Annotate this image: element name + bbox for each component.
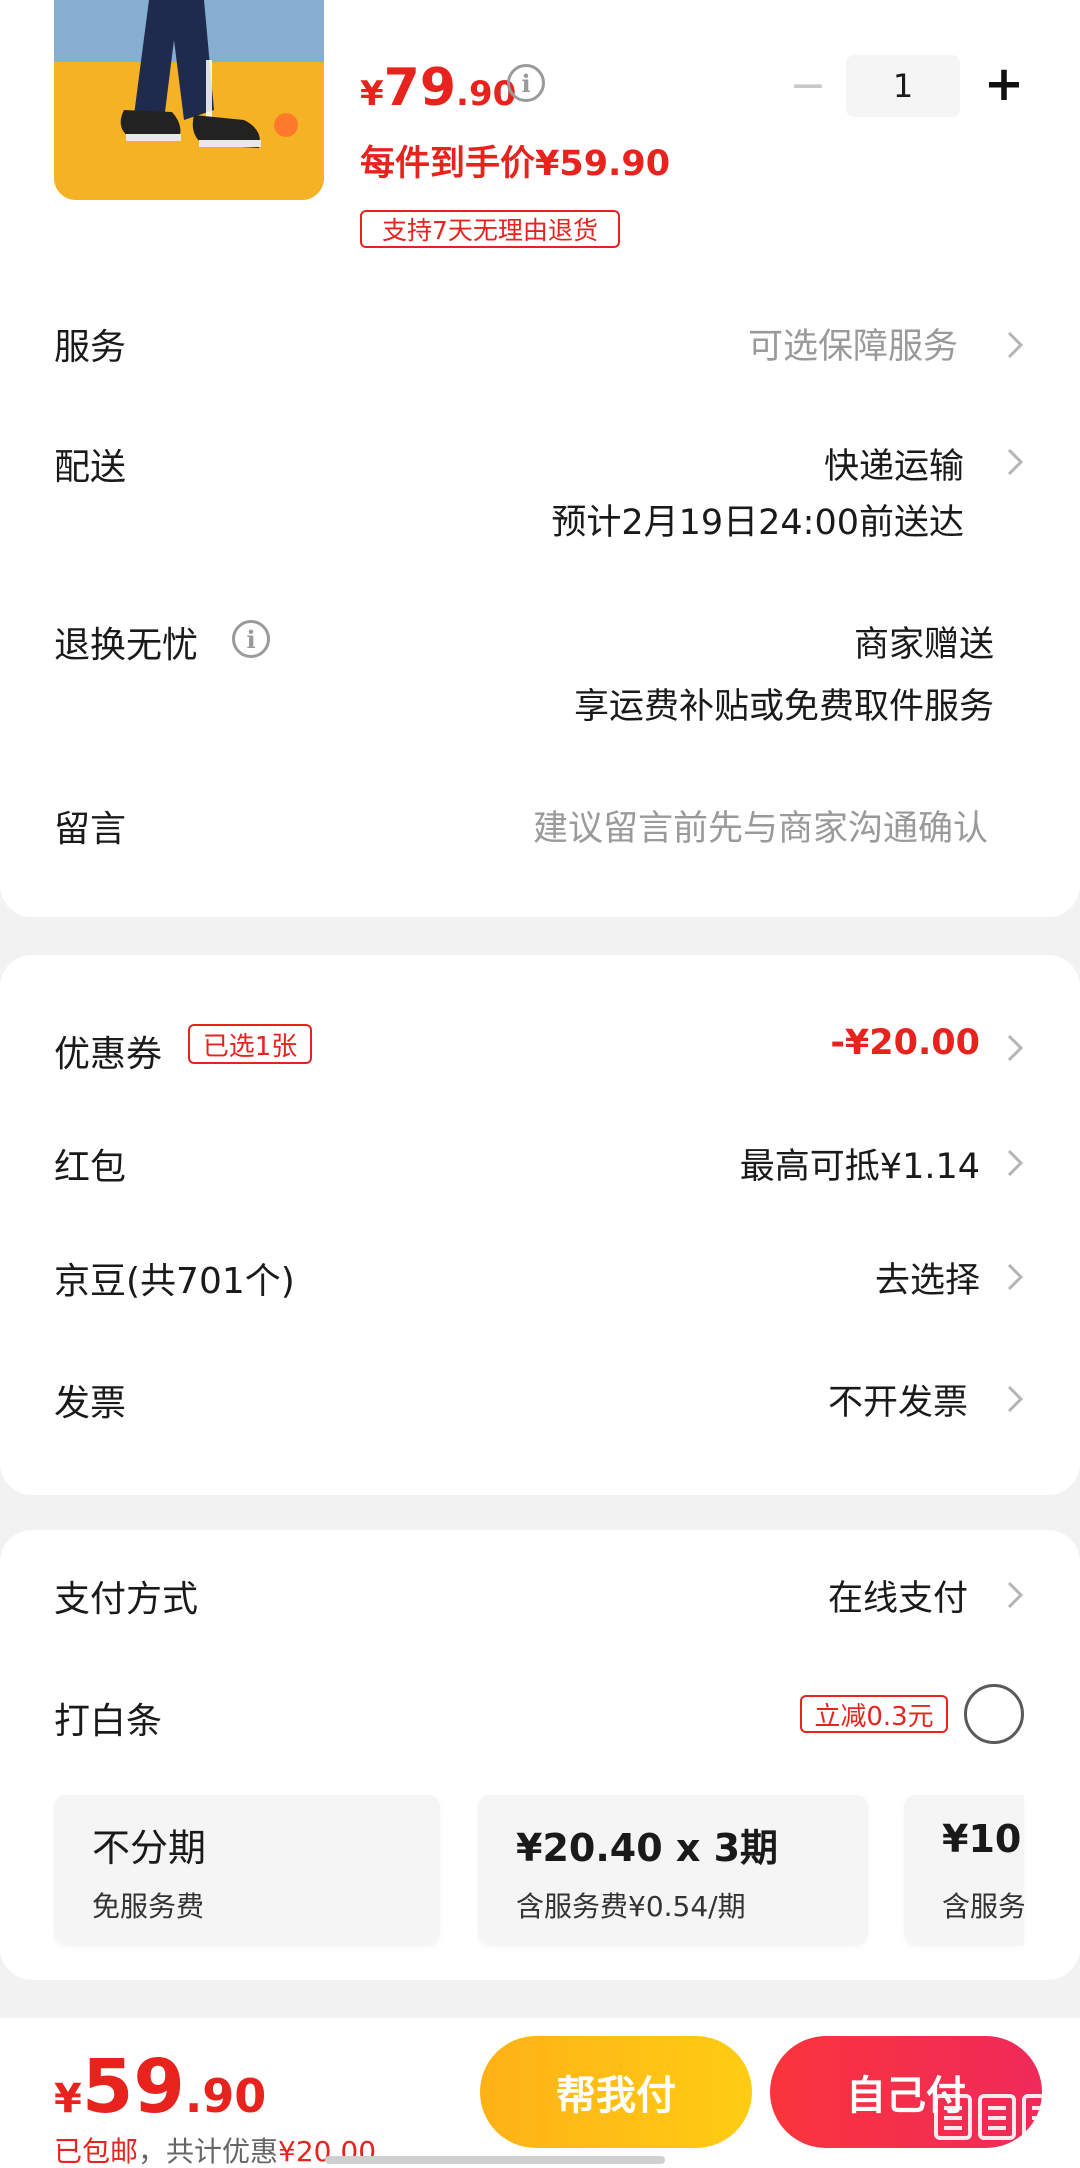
installment-title: ¥10.4: [942, 1817, 1024, 1861]
return-detail: 享运费补贴或免费取件服务: [573, 687, 994, 727]
home-indicator[interactable]: [325, 2156, 665, 2164]
delivery-eta: 预计2月19日24:00前送达: [551, 503, 964, 543]
payment-method-label: 支付方式: [54, 1579, 199, 1620]
installment-subtitle: 含服务费¥0.54/期: [516, 1890, 746, 1923]
total-price: ¥59.90: [54, 2044, 266, 2130]
installment-option-none[interactable]: 不分期 免服务费: [54, 1795, 440, 1945]
red-packet-value[interactable]: 最高可抵¥1.14: [740, 1138, 980, 1189]
installment-subtitle: 免服务费: [92, 1890, 205, 1923]
service-chevron-icon[interactable]: [1006, 330, 1024, 360]
checkout-bar: ¥59.90 已包邮，共计优惠¥20.00 帮我付 自己付: [0, 2018, 1080, 2168]
red-packet-label: 红包: [54, 1147, 127, 1188]
product-image[interactable]: [54, 0, 324, 200]
service-label: 服务: [54, 327, 127, 368]
service-value[interactable]: 可选保障服务: [748, 318, 958, 369]
shipping-free-text: 已包邮: [54, 2135, 139, 2168]
price-integer: 79: [383, 58, 457, 118]
installment-title: 不分期: [92, 1826, 207, 1870]
coupon-chevron-icon[interactable]: [1006, 1033, 1024, 1063]
coupon-label: 优惠券: [54, 1034, 163, 1075]
total-decimal: .90: [184, 2069, 267, 2123]
watermark-logo-graphic: [934, 2094, 1060, 2140]
product-photo-graphic: [54, 0, 324, 200]
baitiao-promo-badge: 立减0.3元: [800, 1695, 948, 1733]
product-name: [360, 12, 680, 38]
baitiao-label: 打白条: [54, 1701, 163, 1742]
installment-subtitle: 含服务: [942, 1890, 1024, 1923]
coupon-selected-badge: 已选1张: [188, 1024, 312, 1064]
return-policy-tag: 支持7天无理由退货: [360, 210, 620, 248]
message-label: 留言: [54, 809, 127, 850]
payment-method-value[interactable]: 在线支付: [828, 1570, 968, 1621]
return-label: 退换无忧: [54, 625, 199, 666]
message-input[interactable]: 建议留言前先与商家沟通确认: [533, 800, 988, 851]
price-info-icon[interactable]: i: [507, 64, 545, 102]
jingdou-chevron-icon[interactable]: [1006, 1262, 1024, 1292]
baitiao-radio[interactable]: [964, 1684, 1024, 1744]
quantity-increment-button[interactable]: +: [980, 58, 1028, 110]
help-me-pay-button[interactable]: 帮我付: [480, 2036, 752, 2148]
red-packet-chevron-icon[interactable]: [1006, 1148, 1024, 1178]
total-integer: 59: [81, 2044, 185, 2130]
coupon-value[interactable]: -¥20.00: [830, 1023, 980, 1063]
installment-option-6[interactable]: ¥10.4 含服务: [904, 1795, 1024, 1945]
saving-label: ，共计优惠: [138, 2135, 279, 2168]
delivery-chevron-icon[interactable]: [1006, 447, 1024, 477]
installment-title: ¥20.40 x 3期: [516, 1826, 779, 1870]
invoice-value[interactable]: 不开发票: [828, 1374, 968, 1425]
delivery-value[interactable]: 快递运输: [824, 438, 964, 489]
unit-price: ¥79.90: [360, 58, 516, 118]
price-currency: ¥: [360, 74, 384, 114]
invoice-label: 发票: [54, 1383, 127, 1424]
each-final-price: 每件到手价¥59.90: [360, 144, 671, 184]
invoice-chevron-icon[interactable]: [1006, 1384, 1024, 1414]
installment-option-3[interactable]: ¥20.40 x 3期 含服务费¥0.54/期: [478, 1795, 868, 1945]
return-value: 商家赠送: [853, 625, 994, 665]
jingdou-value[interactable]: 去选择: [875, 1252, 980, 1303]
return-info-icon[interactable]: i: [232, 620, 270, 658]
quantity-decrement-button[interactable]: −: [786, 64, 830, 108]
quantity-field[interactable]: 1: [846, 55, 960, 117]
watermark-logo: [930, 2090, 1066, 2160]
delivery-label: 配送: [54, 447, 127, 488]
payment-method-chevron-icon[interactable]: [1006, 1580, 1024, 1610]
jingdou-label: 京豆(共701个): [54, 1261, 295, 1302]
total-currency: ¥: [54, 2076, 82, 2122]
